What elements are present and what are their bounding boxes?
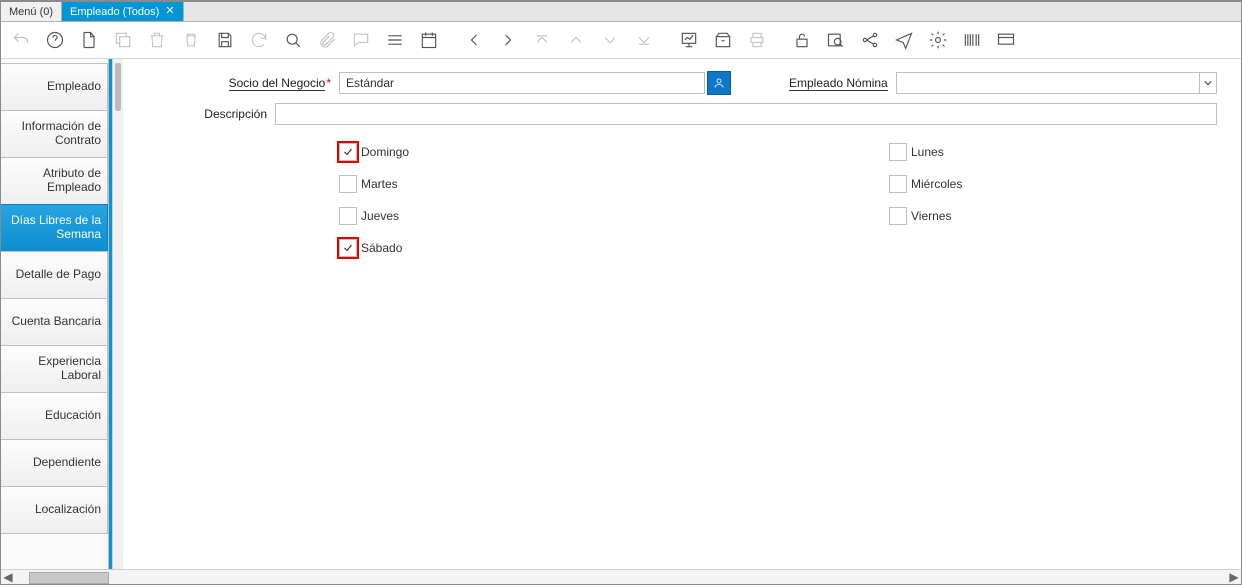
chevron-down-icon[interactable] [1199, 73, 1216, 93]
checkbox-box[interactable] [889, 143, 907, 161]
sidetab-9[interactable]: Localización [1, 486, 108, 534]
checkbox-label: Martes [361, 177, 398, 191]
tab-empleado[interactable]: Empleado (Todos) ✕ [62, 2, 184, 21]
refresh-icon [247, 28, 271, 52]
save-icon[interactable] [213, 28, 237, 52]
zoom-record-icon[interactable] [824, 28, 848, 52]
delete-all-icon [179, 28, 203, 52]
delete-icon [145, 28, 169, 52]
sidetab-2[interactable]: Atributo de Empleado [1, 157, 108, 205]
checkbox-label: Miércoles [911, 177, 962, 191]
checkbox-domingo[interactable]: Domingo [339, 143, 889, 161]
checkbox-label: Jueves [361, 209, 399, 223]
descripcion-label: Descripción [171, 107, 275, 121]
checkbox-box[interactable] [339, 143, 357, 161]
checkbox-jueves[interactable]: Jueves [339, 207, 889, 225]
days-grid: Domingo Lunes Martes Miércoles Jueves Viernes… [339, 143, 1217, 257]
sidetab-5[interactable]: Cuenta Bancaria [1, 298, 108, 346]
sidetab-1[interactable]: Información de Contrato [1, 110, 108, 158]
down-icon [598, 28, 622, 52]
checkbox-box[interactable] [889, 175, 907, 193]
checkbox-label: Lunes [911, 145, 944, 159]
attach-icon [315, 28, 339, 52]
collapse-down-icon [632, 28, 656, 52]
sidetab-4[interactable]: Detalle de Pago [1, 251, 108, 299]
search-icon[interactable] [281, 28, 305, 52]
report-icon[interactable] [677, 28, 701, 52]
close-icon[interactable]: ✕ [165, 6, 174, 17]
calendar-icon[interactable] [417, 28, 441, 52]
settings-icon[interactable] [926, 28, 950, 52]
side-scroll-thumb[interactable] [115, 63, 121, 111]
list-icon[interactable] [383, 28, 407, 52]
undo-icon [9, 28, 33, 52]
window-tabbar: Menú (0) Empleado (Todos) ✕ [1, 1, 1241, 22]
scroll-right-icon[interactable]: ▶ [1227, 570, 1241, 584]
chat-icon [349, 28, 373, 52]
checkbox-label: Domingo [361, 145, 409, 159]
toolbar [1, 22, 1241, 59]
sidetab-8[interactable]: Dependiente [1, 439, 108, 487]
collapse-up-icon [530, 28, 554, 52]
checkbox-viernes[interactable]: Viernes [889, 207, 1217, 225]
archive-icon[interactable] [711, 28, 735, 52]
empleado-nomina-value [897, 73, 1199, 93]
sidetab-3[interactable]: Días Libres de la Semana [1, 204, 108, 252]
help-icon[interactable] [43, 28, 67, 52]
go-prev-icon[interactable] [462, 28, 486, 52]
sidetab-6[interactable]: Experiencia Laboral [1, 345, 108, 393]
socio-input[interactable] [339, 72, 705, 94]
send-icon[interactable] [892, 28, 916, 52]
sidetab-7[interactable]: Educación [1, 392, 108, 440]
descripcion-input[interactable] [275, 103, 1217, 125]
checkbox-box[interactable] [339, 239, 357, 257]
empleado-nomina-label: Empleado Nómina [789, 76, 896, 90]
checkbox-martes[interactable]: Martes [339, 175, 889, 193]
checkbox-label: Sábado [361, 241, 402, 255]
socio-label: Socio del Negocio* [171, 76, 339, 90]
tab-menu-label: Menú (0) [9, 6, 53, 18]
barcode-icon[interactable] [960, 28, 984, 52]
sidetab-0[interactable]: Empleado [1, 63, 108, 111]
socio-lookup-button[interactable] [707, 71, 731, 95]
checkbox-miércoles[interactable]: Miércoles [889, 175, 1217, 193]
checkbox-box[interactable] [339, 175, 357, 193]
checkbox-lunes[interactable]: Lunes [889, 143, 1217, 161]
tab-menu[interactable]: Menú (0) [1, 2, 62, 21]
checkbox-box[interactable] [889, 207, 907, 225]
side-scrollbar[interactable] [112, 59, 123, 569]
display-icon[interactable] [994, 28, 1018, 52]
copy-icon [111, 28, 135, 52]
checkbox-label: Viernes [911, 209, 951, 223]
horizontal-scrollbar[interactable]: ◀ ▶ [1, 569, 1241, 584]
side-tabs: EmpleadoInformación de ContratoAtributo … [1, 59, 109, 569]
empleado-nomina-combo[interactable] [896, 72, 1217, 94]
checkbox-sábado[interactable]: Sábado [339, 239, 889, 257]
up-icon [564, 28, 588, 52]
lock-icon[interactable] [790, 28, 814, 52]
scroll-left-icon[interactable]: ◀ [1, 570, 15, 584]
form-area: Socio del Negocio* Empleado Nómina Descr… [123, 59, 1241, 569]
checkbox-box[interactable] [339, 207, 357, 225]
new-icon[interactable] [77, 28, 101, 52]
tab-empleado-label: Empleado (Todos) [70, 6, 159, 18]
workflow-icon[interactable] [858, 28, 882, 52]
print-icon [745, 28, 769, 52]
hscroll-thumb[interactable] [29, 572, 109, 584]
go-next-icon[interactable] [496, 28, 520, 52]
